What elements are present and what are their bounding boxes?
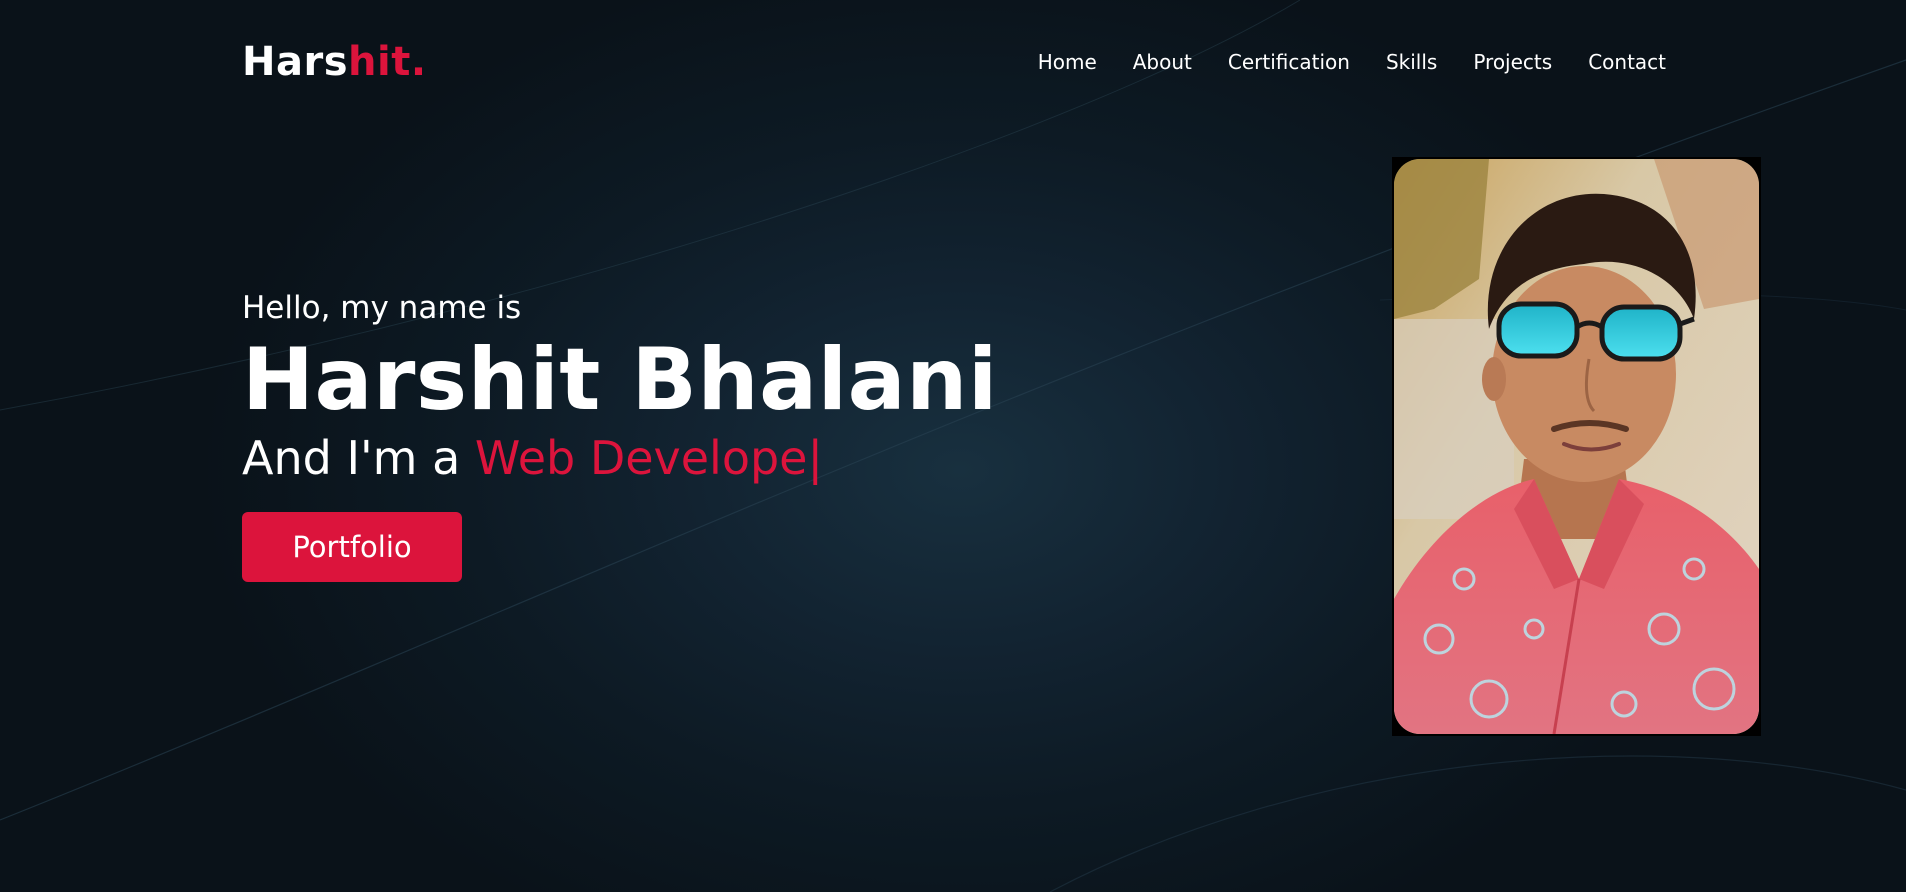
- profile-photo-illustration: [1394, 159, 1759, 734]
- hero-section: Hello, my name is Harshit Bhalani And I'…: [242, 288, 998, 582]
- portfolio-button[interactable]: Portfolio: [242, 512, 462, 582]
- hero-name: Harshit Bhalani: [242, 330, 998, 430]
- nav-link-certification[interactable]: Certification: [1228, 50, 1350, 74]
- nav-item-about: About: [1133, 48, 1192, 76]
- typing-cursor: |: [807, 431, 824, 485]
- navbar: Harshit. Home About Certification Skills…: [0, 0, 1906, 126]
- nav-link-about[interactable]: About: [1133, 50, 1192, 74]
- nav-link-projects[interactable]: Projects: [1473, 50, 1552, 74]
- nav-item-certification: Certification: [1228, 48, 1350, 76]
- nav-item-projects: Projects: [1473, 48, 1552, 76]
- hero-role: And I'm a Web Develope|: [242, 428, 998, 488]
- role-prefix: And I'm a: [242, 431, 475, 485]
- nav-item-contact: Contact: [1588, 48, 1666, 76]
- nav-link-contact[interactable]: Contact: [1588, 50, 1666, 74]
- site-logo[interactable]: Harshit.: [242, 36, 427, 88]
- page: Harshit. Home About Certification Skills…: [0, 0, 1906, 892]
- hero-greeting: Hello, my name is: [242, 290, 522, 326]
- profile-photo-frame: [1392, 157, 1761, 736]
- profile-photo: [1394, 159, 1759, 734]
- nav-link-home[interactable]: Home: [1038, 50, 1097, 74]
- logo-accent: hit.: [348, 39, 427, 85]
- role-typed-text: Web Develope: [474, 431, 808, 485]
- nav-item-skills: Skills: [1386, 48, 1437, 76]
- nav-link-skills[interactable]: Skills: [1386, 50, 1437, 74]
- logo-main: Hars: [242, 39, 349, 85]
- nav-item-home: Home: [1038, 48, 1097, 76]
- nav-menu: Home About Certification Skills Projects…: [1038, 48, 1666, 76]
